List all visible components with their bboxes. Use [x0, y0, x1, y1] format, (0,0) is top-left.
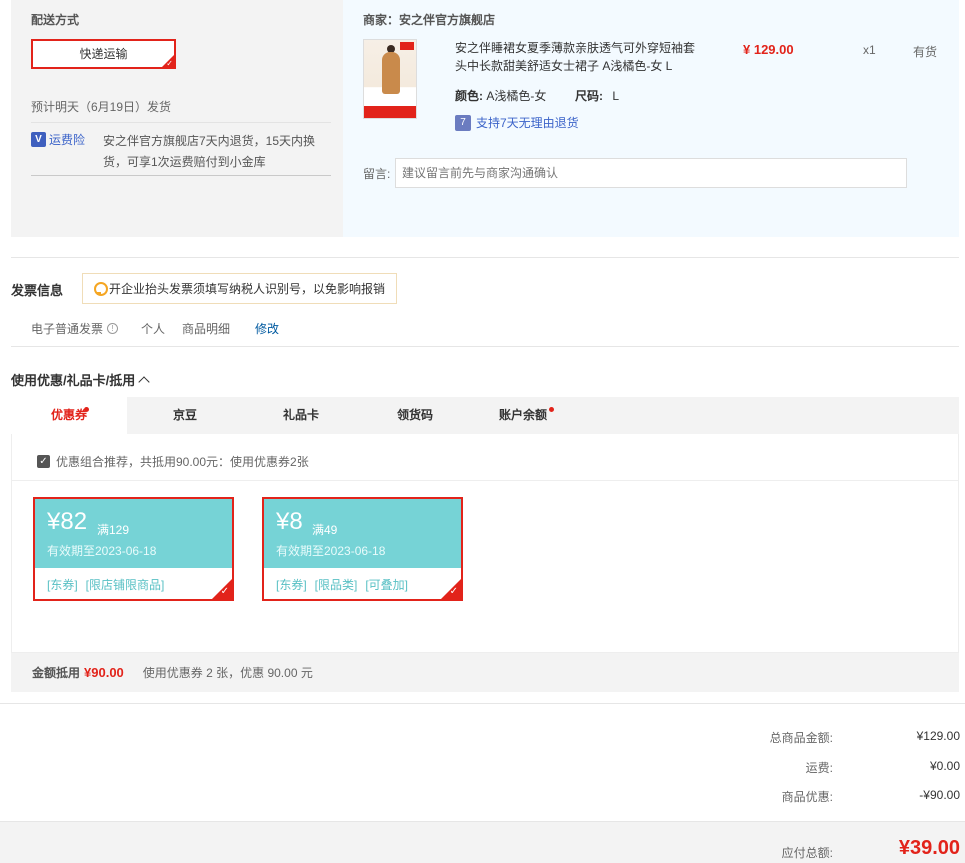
coupon-tags: [东券] [限店铺限商品]: [47, 576, 164, 593]
divider: [11, 346, 959, 347]
invoice-tip-text: 开企业抬头发票须填写纳税人识别号，以免影响报销: [109, 282, 386, 296]
thumbnail-figure-dress: [382, 52, 400, 94]
return-policy[interactable]: 7 支持7天无理由退货: [455, 114, 579, 131]
return-icon: 7: [455, 114, 471, 131]
coupon-amount: ¥82: [47, 508, 88, 535]
invoice-detail: 商品明细: [182, 322, 231, 336]
coupon-card[interactable]: ¥8 满49 有效期至2023-06-18 [东券] [限品类] [可叠加] ✓: [262, 497, 463, 601]
coupon-card[interactable]: ¥82 满129 有效期至2023-06-18 [东券] [限店铺限商品] ✓: [33, 497, 234, 601]
coupon-tag: [限品类]: [314, 578, 358, 592]
coupon-tag: [限店铺限商品]: [85, 578, 165, 592]
info-icon[interactable]: !: [107, 323, 119, 334]
color-value: A浅橘色-女: [486, 89, 547, 103]
invoice-person: 个人: [141, 322, 166, 336]
color-attr: 颜色: A浅橘色-女: [455, 87, 546, 104]
tab-pickup-code[interactable]: 领货码: [357, 397, 473, 434]
discount-label: 商品优惠:: [781, 790, 833, 804]
coupon-panel: ✓ 优惠组合推荐，共抵用90.00元：使用优惠券2张 ¥82 满129 有效期至…: [11, 434, 959, 653]
check-icon: ✓: [449, 586, 458, 597]
shipping-insurance: V 运费险 安之伴官方旗舰店7天内退货，15天内换货，可享1次运费赔付到小金库: [31, 122, 331, 176]
divider: [11, 257, 959, 258]
merchant-name[interactable]: 商家：安之伴官方旗舰店: [363, 11, 495, 28]
combo-text: 优惠组合推荐，共抵用90.00元：使用优惠券2张: [56, 455, 309, 469]
coupon-card-header: ¥82 满129 有效期至2023-06-18: [35, 499, 232, 568]
thumbnail-promo-tag: [400, 42, 414, 50]
coupon-card-header: ¥8 满49 有效期至2023-06-18: [264, 499, 461, 568]
notification-dot-icon: [549, 407, 554, 412]
discount-value: -¥90.00: [919, 788, 960, 802]
stock-status: 有货: [913, 45, 938, 59]
coupon-summary: 金额抵用 ¥90.00 使用优惠券 2 张，优惠 90.00 元: [11, 653, 959, 692]
coupon-condition: 满49: [312, 523, 338, 537]
coupon-section-toggle[interactable]: 使用优惠/礼品卡/抵用: [11, 370, 150, 389]
invoice-tip: 开企业抬头发票须填写纳税人识别号，以免影响报销: [82, 273, 397, 304]
product-thumbnail[interactable]: [363, 39, 417, 119]
chevron-up-icon: [138, 375, 150, 388]
tab-account-balance[interactable]: 账户余额: [473, 397, 573, 434]
payable-bar: 应付总额: ¥39.00: [0, 821, 965, 863]
coupon-tabs: 优惠券 京豆 礼品卡 领货码 账户余额: [11, 397, 959, 434]
coupon-condition: 满129: [97, 523, 130, 537]
color-label: 颜色:: [455, 89, 483, 103]
check-icon: ✓: [166, 59, 173, 68]
divider: [12, 480, 958, 481]
shipping-fee-label: 运费:: [805, 761, 833, 775]
tab-gift-card[interactable]: 礼品卡: [243, 397, 359, 434]
note-label: 留言:: [363, 167, 391, 181]
coupon-expiry: 有效期至2023-06-18: [276, 544, 386, 558]
invoice-edit-link[interactable]: 修改: [255, 320, 279, 337]
divider: [0, 703, 965, 704]
tab-coupons[interactable]: 优惠券: [11, 397, 127, 434]
tab-pickup-code-label: 领货码: [396, 408, 433, 422]
return-policy-label: 支持7天无理由退货: [476, 116, 579, 130]
shipping-fee-value: ¥0.00: [929, 759, 960, 773]
insurance-text: 安之伴官方旗舰店7天内退货，15天内换货，可享1次运费赔付到小金库: [103, 134, 316, 169]
coupon-summary-label: 金额抵用: [32, 666, 81, 680]
tab-gift-card-label: 礼品卡: [282, 408, 319, 422]
product-price: ¥ 129.00: [743, 42, 794, 57]
coupon-tag: [可叠加]: [365, 578, 409, 592]
combo-recommendation[interactable]: ✓ 优惠组合推荐，共抵用90.00元：使用优惠券2张: [37, 453, 309, 470]
insurance-icon: V: [31, 132, 46, 147]
shipping-panel: 配送方式 快递运输 ✓ 预计明天（6月19日）发货 V 运费险 安之伴官方旗舰店…: [11, 0, 959, 237]
order-item-panel: 商家：安之伴官方旗舰店 安之伴睡裙女夏季薄款亲肤透气可外穿短袖套头中长款甜美舒适…: [343, 0, 959, 237]
insurance-badge[interactable]: V 运费险: [31, 131, 85, 148]
coupon-summary-value: ¥90.00: [84, 665, 124, 680]
subtotal-label: 总商品金额:: [769, 731, 833, 745]
shipping-title: 配送方式: [31, 13, 80, 27]
size-attr: 尺码: L: [575, 87, 619, 104]
coupon-tag: [东券]: [47, 578, 78, 592]
invoice-type: 电子普通发票 !: [31, 320, 119, 337]
coupon-tag: [东券]: [276, 578, 307, 592]
note-input[interactable]: [395, 158, 907, 188]
payable-value: ¥39.00: [898, 837, 960, 859]
invoice-type-label: 电子普通发票: [31, 322, 104, 336]
subtotal-value: ¥129.00: [916, 729, 960, 743]
express-shipping-label: 快递运输: [79, 47, 128, 61]
coupon-section-title: 使用优惠/礼品卡/抵用: [11, 373, 136, 388]
coupon-amount: ¥8: [276, 508, 303, 535]
tab-coupons-label: 优惠券: [50, 408, 87, 422]
coupon-expiry: 有效期至2023-06-18: [47, 544, 157, 558]
size-label: 尺码:: [575, 89, 603, 103]
thumbnail-price-strip: [364, 106, 416, 118]
payable-label: 应付总额:: [781, 846, 833, 860]
size-value: L: [612, 89, 620, 103]
product-title[interactable]: 安之伴睡裙女夏季薄款亲肤透气可外穿短袖套头中长款甜美舒适女士裙子 A浅橘色-女 …: [455, 39, 705, 75]
coupon-summary-desc: 使用优惠券 2 张，优惠 90.00 元: [142, 666, 313, 680]
tab-jingdou-label: 京豆: [172, 408, 197, 422]
lightbulb-icon: [93, 281, 108, 296]
insurance-badge-label: 运费险: [49, 133, 86, 147]
invoice-title: 发票信息: [11, 283, 64, 298]
check-icon: ✓: [220, 586, 229, 597]
product-quantity: x1: [863, 43, 876, 57]
tab-jingdou[interactable]: 京豆: [127, 397, 243, 434]
checkbox-checked-icon[interactable]: ✓: [37, 455, 50, 468]
coupon-tags: [东券] [限品类] [可叠加]: [276, 576, 408, 593]
tab-account-balance-label: 账户余额: [498, 408, 547, 422]
express-shipping-option[interactable]: 快递运输 ✓: [31, 39, 176, 69]
ship-date: 预计明天（6月19日）发货: [31, 100, 172, 114]
notification-dot-icon: [84, 407, 89, 412]
